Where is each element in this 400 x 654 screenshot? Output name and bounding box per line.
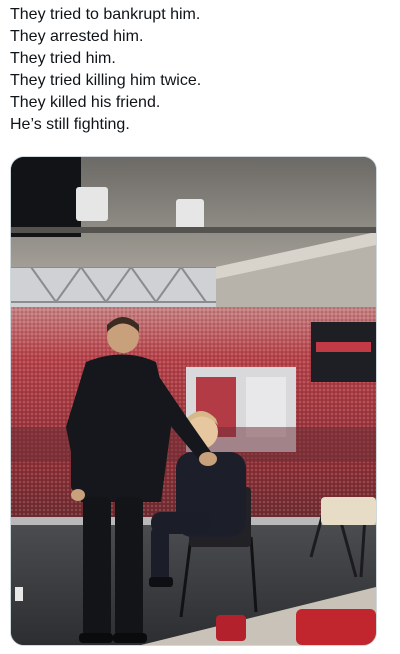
post-text-line: He’s still fighting. — [10, 116, 130, 133]
post-text-line: They tried to bankrupt him. — [10, 6, 201, 23]
post-text-line: They killed his friend. — [10, 94, 161, 111]
post: They tried to bankrupt him. They arreste… — [0, 0, 400, 654]
post-photo[interactable] — [10, 156, 377, 646]
photo-illustration — [11, 157, 376, 645]
post-text-line: They arrested him. — [10, 28, 144, 45]
post-text: They tried to bankrupt him. They arreste… — [10, 4, 390, 136]
post-text-line: They tried killing him twice. — [10, 72, 202, 89]
post-text-line: They tried him. — [10, 50, 116, 67]
